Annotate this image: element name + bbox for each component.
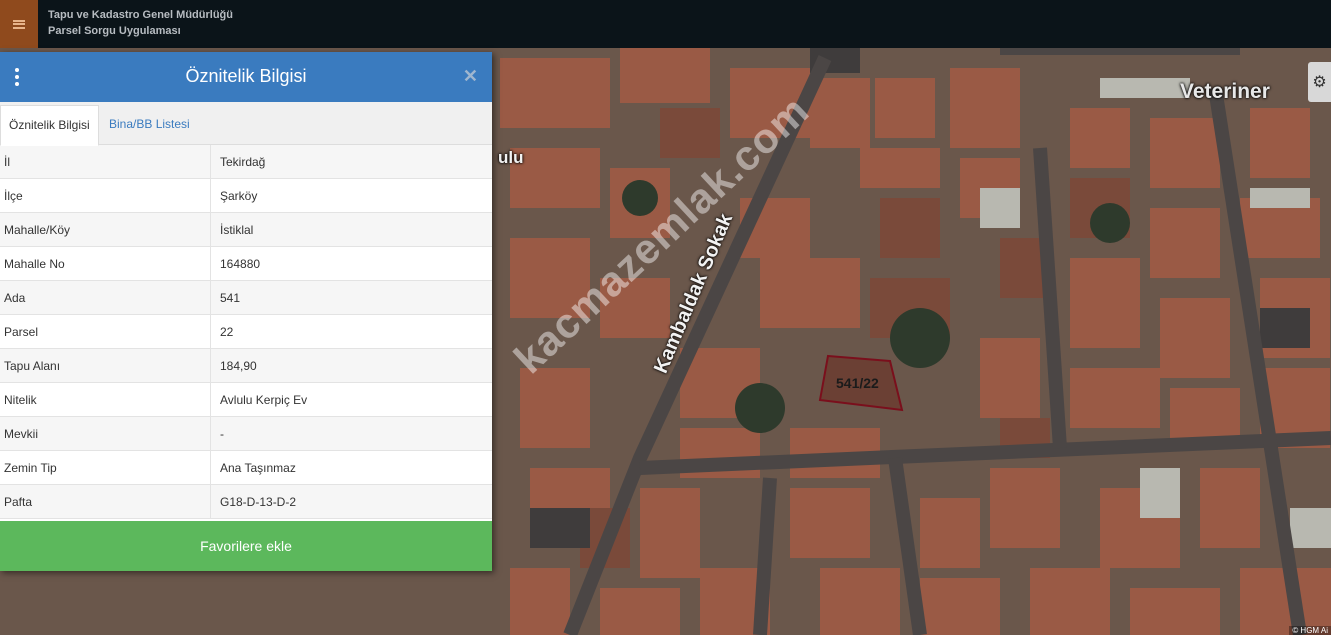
- top-bar: Tapu ve Kadastro Genel Müdürlüğü Parsel …: [0, 0, 1331, 48]
- table-row: Mevkii -: [0, 416, 492, 451]
- row-value: Avlulu Kerpiç Ev: [210, 382, 492, 417]
- row-key: Zemin Tip: [0, 450, 211, 485]
- hamburger-icon: [13, 19, 25, 29]
- row-value: 541: [210, 280, 492, 315]
- row-key: Mahalle/Köy: [0, 212, 211, 247]
- row-key: Tapu Alanı: [0, 348, 211, 383]
- table-row: Parsel 22: [0, 314, 492, 349]
- row-value: Şarköy: [210, 178, 492, 213]
- row-key: Pafta: [0, 484, 211, 519]
- row-value: G18-D-13-D-2: [210, 484, 492, 519]
- org-name: Tapu ve Kadastro Genel Müdürlüğü: [48, 9, 233, 21]
- close-icon[interactable]: ✕: [463, 66, 478, 87]
- row-value: 164880: [210, 246, 492, 281]
- row-key: Nitelik: [0, 382, 211, 417]
- table-row: Nitelik Avlulu Kerpiç Ev: [0, 382, 492, 417]
- row-value: -: [210, 416, 492, 451]
- hamburger-menu-button[interactable]: [0, 0, 38, 48]
- settings-button[interactable]: ⚙: [1308, 62, 1331, 102]
- add-to-favorites-button[interactable]: Favorilere ekle: [0, 521, 492, 571]
- table-row: Mahalle/Köy İstiklal: [0, 212, 492, 247]
- gear-icon: ⚙: [1312, 74, 1327, 91]
- app-title: Tapu ve Kadastro Genel Müdürlüğü Parsel …: [48, 7, 233, 39]
- row-key: Ada: [0, 280, 211, 315]
- table-row: Tapu Alanı 184,90: [0, 348, 492, 383]
- panel-tabs: Öznitelik Bilgisi Bina/BB Listesi: [0, 102, 492, 146]
- street-label-veteriner: Veteriner: [1180, 80, 1270, 103]
- table-row: Pafta G18-D-13-D-2: [0, 484, 492, 519]
- tab-attribute-info[interactable]: Öznitelik Bilgisi: [0, 105, 99, 146]
- table-row: Zemin Tip Ana Taşınmaz: [0, 450, 492, 485]
- attribute-panel: Öznitelik Bilgisi ✕ Öznitelik Bilgisi Bi…: [0, 52, 492, 571]
- row-key: Mahalle No: [0, 246, 211, 281]
- panel-title: Öznitelik Bilgisi: [185, 66, 307, 86]
- tab-building-list[interactable]: Bina/BB Listesi: [101, 105, 198, 144]
- panel-header: Öznitelik Bilgisi ✕: [0, 52, 492, 102]
- row-key: Mevkii: [0, 416, 211, 451]
- street-label-partial: ulu: [498, 148, 524, 167]
- row-key: İlçe: [0, 178, 211, 213]
- attribute-table: İl Tekirdağ İlçe Şarköy Mahalle/Köy İstikla…: [0, 145, 492, 519]
- app-name: Parsel Sorgu Uygulaması: [48, 25, 181, 37]
- table-row: İl Tekirdağ: [0, 145, 492, 179]
- row-value: 22: [210, 314, 492, 349]
- row-value: İstiklal: [210, 212, 492, 247]
- map-attribution: © HGM Ai: [1289, 626, 1331, 635]
- row-value: Ana Taşınmaz: [210, 450, 492, 485]
- parcel-label: 541/22: [836, 375, 879, 391]
- table-row: Mahalle No 164880: [0, 246, 492, 281]
- row-value: Tekirdağ: [210, 145, 492, 179]
- table-row: Ada 541: [0, 280, 492, 315]
- row-value: 184,90: [210, 348, 492, 383]
- table-row: İlçe Şarköy: [0, 178, 492, 213]
- row-key: İl: [0, 145, 211, 179]
- row-key: Parsel: [0, 314, 211, 349]
